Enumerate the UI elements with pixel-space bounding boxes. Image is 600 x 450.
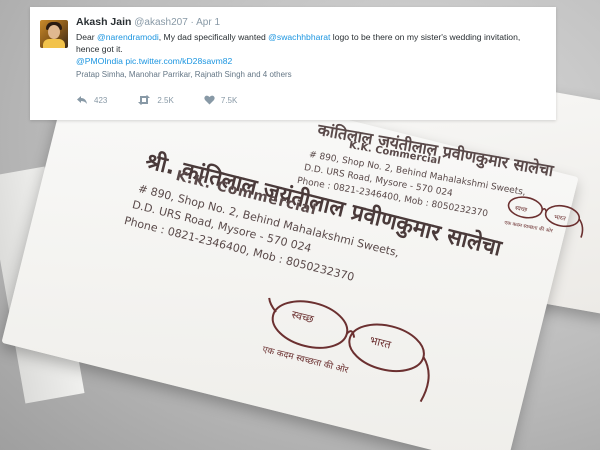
logo-back-right-text: भारत xyxy=(554,214,567,223)
logo-back-tagline: एक कदम स्वच्छता की ओर xyxy=(504,219,554,235)
avatar[interactable] xyxy=(40,20,68,48)
mentioned-users[interactable]: Pratap Simha, Manohar Parrikar, Rajnath … xyxy=(76,70,292,79)
retweet-button[interactable]: 2.5K xyxy=(137,95,174,105)
reply-icon xyxy=(77,96,87,104)
logo-front-tagline: एक कदम स्वच्छता की ओर xyxy=(261,343,350,376)
header-separator: · xyxy=(190,17,194,28)
mention-swachhbharat[interactable]: @swachhbharat xyxy=(268,32,330,42)
tweet-actions: 423 2.5K 7.5K xyxy=(76,95,267,105)
tweet-text-mid: , My dad specifically wanted xyxy=(158,32,269,42)
author-name[interactable]: Akash Jain xyxy=(76,16,131,28)
author-handle[interactable]: @akash207 xyxy=(134,17,188,28)
tweet-date[interactable]: Apr 1 xyxy=(196,17,220,28)
pic-link[interactable]: pic.twitter.com/kD28savm82 xyxy=(125,56,232,66)
heart-icon xyxy=(204,95,215,105)
retweet-count: 2.5K xyxy=(157,95,174,105)
mention-pmoindia[interactable]: @PMOIndia xyxy=(76,56,123,66)
tweet-card: Akash Jain @akash207 · Apr 1 Dear @naren… xyxy=(30,7,556,120)
reply-count: 423 xyxy=(94,95,108,105)
logo-back-left-text: स्वच्छ xyxy=(514,205,528,214)
retweet-icon xyxy=(138,95,151,105)
tweet-header: Akash Jain @akash207 · Apr 1 xyxy=(76,16,220,28)
tweet-text: Dear @narendramodi, My dad specifically … xyxy=(76,31,546,67)
swachh-bharat-logo-back: स्वच्छ भारत एक कदम स्वच्छता की ओर xyxy=(504,196,584,238)
tweet-text-prefix: Dear xyxy=(76,32,98,42)
like-button[interactable]: 7.5K xyxy=(204,95,237,105)
reply-button[interactable]: 423 xyxy=(76,95,107,105)
like-count: 7.5K xyxy=(220,95,238,105)
logo-front-left-text: स्वच्छ xyxy=(290,308,315,326)
logo-front-right-text: भारत xyxy=(368,334,393,352)
mention-narendramodi[interactable]: @narendramodi xyxy=(97,32,159,42)
swachh-bharat-logo-front: स्वच्छ भारत एक कदम स्वच्छता की ओर xyxy=(261,297,430,403)
